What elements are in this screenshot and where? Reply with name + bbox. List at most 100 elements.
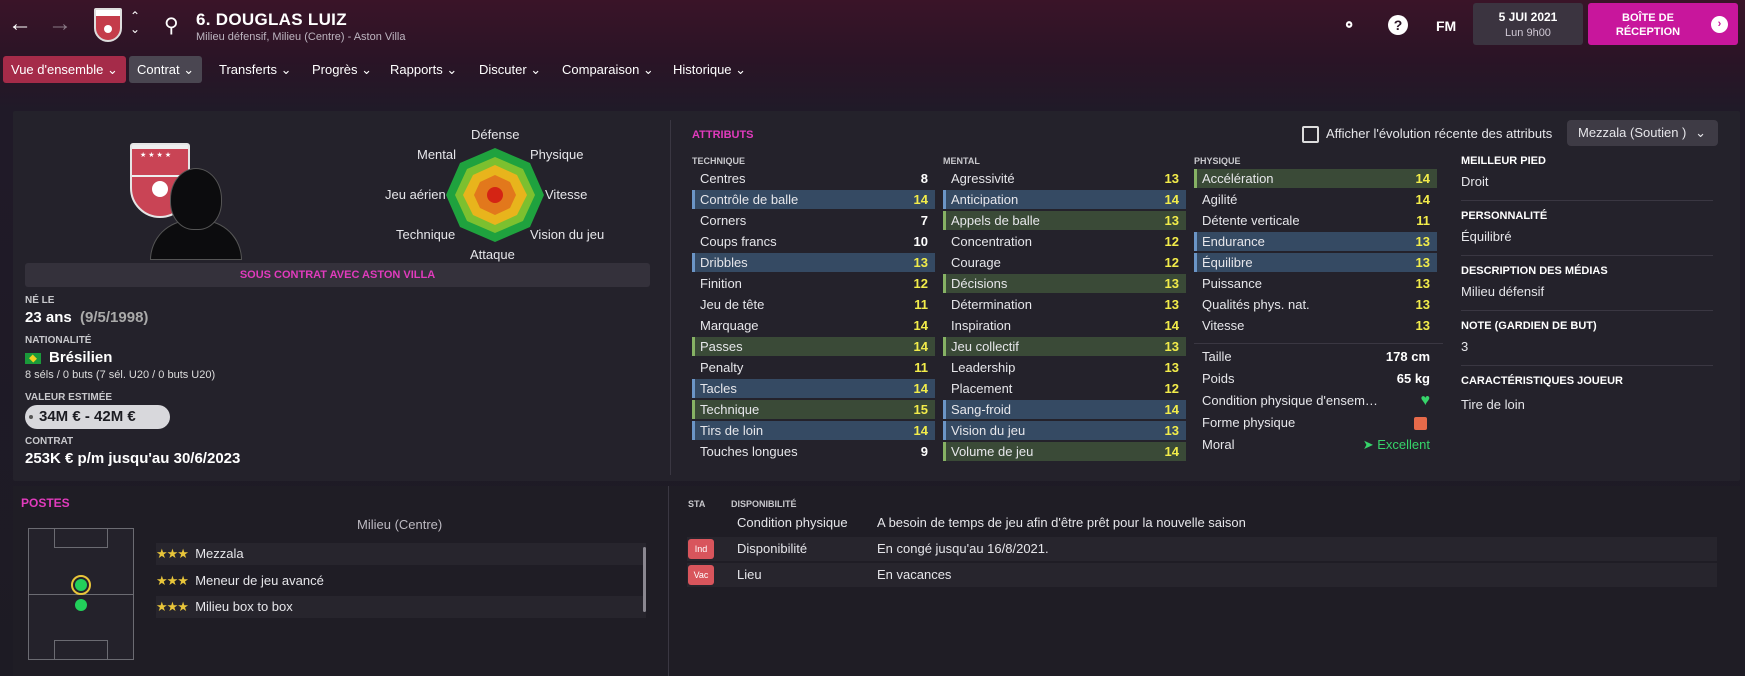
tab-discuss[interactable]: Discuter ⌄ [471, 56, 549, 83]
availability-header: DISPONIBILITÉ [731, 499, 797, 509]
globe-icon[interactable]: ⚬ [1342, 16, 1356, 36]
attribute-row[interactable]: Agressivité 13 [943, 169, 1186, 188]
tab-overview[interactable]: Vue d'ensemble ⌄ [3, 56, 126, 83]
attribute-row[interactable]: Vitesse 13 [1194, 316, 1437, 335]
date-button[interactable]: 5 JUI 2021 Lun 9h00 [1473, 3, 1583, 45]
attribute-name: Puissance [1202, 276, 1262, 291]
height-row: Taille 178 cm [1202, 349, 1430, 364]
attribute-row[interactable]: Tacles 14 [692, 379, 935, 398]
attribute-row[interactable]: Finition 12 [692, 274, 935, 293]
attribute-row[interactable]: Concentration 12 [943, 232, 1186, 251]
penalty-box [54, 528, 108, 548]
attribute-value: 8 [920, 171, 928, 186]
attribute-row[interactable]: Décisions 13 [943, 274, 1186, 293]
born-label: NÉ LE [25, 295, 55, 306]
attribute-row[interactable]: Passes 14 [692, 337, 935, 356]
inbox-button[interactable]: BOÎTE DE RÉCEPTION › [1588, 3, 1738, 45]
attribute-value: 14 [913, 381, 928, 396]
attribute-row[interactable]: Détermination 13 [943, 295, 1186, 314]
weight-row: Poids 65 kg [1202, 371, 1430, 386]
attribute-value: 14 [1415, 192, 1430, 207]
attribute-evolution-checkbox[interactable] [1302, 126, 1319, 143]
tab-comparison[interactable]: Comparaison ⌄ [554, 56, 662, 83]
attribute-row[interactable]: Touches longues 9 [692, 442, 935, 461]
arrow-left-icon[interactable]: ← [8, 10, 32, 38]
attribute-row[interactable]: Appels de balle 13 [943, 211, 1186, 230]
attribute-value: 7 [920, 213, 928, 228]
role-row[interactable]: ★★★ Milieu box to box [156, 596, 646, 618]
sta-header: STA [688, 499, 706, 509]
attribute-row[interactable]: Anticipation 14 [943, 190, 1186, 209]
attribute-value: 11 [914, 360, 928, 375]
nationality-value: Brésilien [25, 349, 112, 366]
attribute-name: Détente verticale [1202, 213, 1300, 228]
attribute-value: 14 [913, 318, 928, 333]
attribute-row[interactable]: Corners 7 [692, 211, 935, 230]
attribute-value: 13 [1164, 339, 1179, 354]
form-row[interactable]: Forme physique [1194, 413, 1437, 433]
attribute-row[interactable]: Centres 8 [692, 169, 935, 188]
attribute-name: Qualités phys. nat. [1202, 297, 1310, 312]
attribute-row[interactable]: Accélération 14 [1194, 169, 1437, 188]
attribute-row[interactable]: Inspiration 14 [943, 316, 1186, 335]
attribute-row[interactable]: Puissance 13 [1194, 274, 1437, 293]
positions-title: POSTES [21, 496, 70, 510]
attribute-row[interactable]: Placement 12 [943, 379, 1186, 398]
contract-banner: SOUS CONTRAT AVEC ASTON VILLA [25, 263, 650, 287]
attribute-name: Courage [951, 255, 1001, 270]
attribute-name: Corners [700, 213, 747, 228]
attribute-row[interactable]: Leadership 13 [943, 358, 1186, 377]
attribute-name: Jeu de tête [700, 297, 765, 312]
tab-contract[interactable]: Contrat ⌄ [129, 56, 203, 83]
attribute-name: Équilibre [1202, 255, 1253, 270]
attribute-row[interactable]: Courage 12 [943, 253, 1186, 272]
attribute-value: 12 [1164, 381, 1179, 396]
divider [668, 486, 669, 676]
attribute-name: Passes [700, 339, 743, 354]
attribute-row[interactable]: Endurance 13 [1194, 232, 1437, 251]
role-row[interactable]: ★★★ Mezzala [156, 543, 646, 565]
attribute-row[interactable]: Dribbles 13 [692, 253, 935, 272]
estimated-value[interactable]: 34M € - 42M € [25, 405, 170, 429]
tab-progress[interactable]: Progrès ⌄ [304, 56, 380, 83]
tab-reports[interactable]: Rapports ⌄ [382, 56, 465, 83]
attribute-row[interactable]: Vision du jeu 13 [943, 421, 1186, 440]
fm-button[interactable]: FM [1436, 18, 1456, 34]
attribute-value: 12 [1164, 255, 1179, 270]
condition-row[interactable]: Condition physique d'ensem… ♥ [1194, 391, 1437, 411]
attribute-row[interactable]: Tirs de loin 14 [692, 421, 935, 440]
scrollbar[interactable] [643, 547, 646, 612]
tab-transfers[interactable]: Transferts ⌄ [211, 56, 300, 83]
attribute-value: 13 [1164, 297, 1179, 312]
attribute-row[interactable]: Volume de jeu 14 [943, 442, 1186, 461]
help-icon[interactable]: ? [1388, 15, 1408, 35]
attribute-row[interactable]: Sang-froid 14 [943, 400, 1186, 419]
role-row[interactable]: ★★★ Meneur de jeu avancé [156, 570, 646, 592]
attribute-row[interactable]: Contrôle de balle 14 [692, 190, 935, 209]
chevron-up-down-icon[interactable]: ⌃ ⌄ [130, 10, 140, 36]
club-crest-icon[interactable] [94, 8, 122, 42]
top-bar: ← → ⌃ ⌄ ⚲ 6. DOUGLAS LUIZ Milieu défensif… [0, 0, 1745, 50]
status-badge[interactable]: Vac [688, 565, 714, 585]
traits-label: CARACTÉRISTIQUES JOUEUR [1461, 375, 1623, 387]
availability-row: Condition physique A besoin de temps de j… [737, 515, 1246, 530]
value-label: VALEUR ESTIMÉE [25, 392, 113, 403]
attribute-row[interactable]: Agilité 14 [1194, 190, 1437, 209]
role-select[interactable]: Mezzala (Soutien ) ⌄ [1567, 120, 1718, 146]
technique-header: TECHNIQUE [692, 156, 746, 166]
attribute-row[interactable]: Équilibre 13 [1194, 253, 1437, 272]
arrow-right-icon[interactable]: → [48, 10, 72, 38]
search-icon[interactable]: ⚲ [164, 13, 179, 38]
attribute-row[interactable]: Marquage 14 [692, 316, 935, 335]
attribute-row[interactable]: Coups francs 10 [692, 232, 935, 251]
attribute-row[interactable]: Détente verticale 11 [1194, 211, 1437, 230]
status-badge[interactable]: Ind [688, 539, 714, 559]
morale-row[interactable]: Moral ➤ Excellent [1194, 435, 1437, 455]
attribute-row[interactable]: Jeu de tête 11 [692, 295, 935, 314]
attribute-row[interactable]: Qualités phys. nat. 13 [1194, 295, 1437, 314]
tab-history[interactable]: Historique ⌄ [665, 56, 754, 83]
attribute-name: Vitesse [1202, 318, 1245, 333]
attribute-row[interactable]: Technique 15 [692, 400, 935, 419]
attribute-row[interactable]: Jeu collectif 13 [943, 337, 1186, 356]
attribute-row[interactable]: Penalty 11 [692, 358, 935, 377]
